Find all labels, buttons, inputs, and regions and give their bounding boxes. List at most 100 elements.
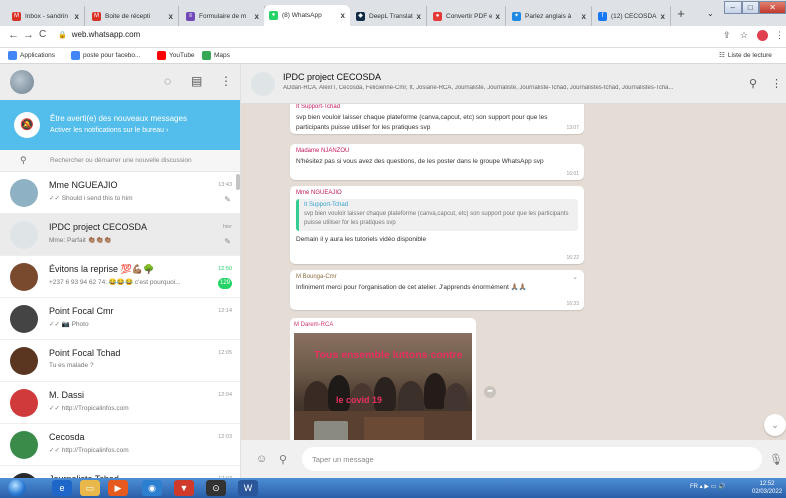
tab-close-icon[interactable]: x xyxy=(169,12,173,21)
quoted-message[interactable]: It Support-Tchad svp bien vouloir laisse… xyxy=(296,199,578,231)
conversation-panel: IPDC project CECOSDA ADdan-RCA, AlexIT, … xyxy=(241,64,786,478)
message-composer: ☺ ⚲ Taper un message 🎙 xyxy=(241,440,786,478)
search-input[interactable]: Rechercher ou démarrer une nouvelle disc… xyxy=(50,157,192,164)
new-tab-button[interactable]: + xyxy=(673,6,689,22)
chrome-icon[interactable]: ◉ xyxy=(142,480,162,496)
image-message[interactable]: M Darem-RCA Tous ensemble luttons contre… xyxy=(290,318,476,440)
attach-icon[interactable]: ⚲ xyxy=(279,453,287,466)
chat-time: 12:05 xyxy=(218,350,232,356)
search-messages-icon[interactable]: ⚲ xyxy=(749,77,757,90)
tab-8[interactable]: f (12) CECOSDA x xyxy=(593,6,671,26)
tab-4[interactable]: ● (8) WhatsApp x xyxy=(264,5,350,26)
tab-7[interactable]: ✦ Parlez anglais à x xyxy=(507,6,592,26)
conversation-menu-icon[interactable]: ⋮ xyxy=(771,77,782,90)
tab-close-icon[interactable]: x xyxy=(417,12,421,21)
lock-icon: 🔒 xyxy=(58,31,67,39)
scroll-down-button[interactable]: ⌄ xyxy=(764,414,786,436)
share-icon[interactable]: ⇪ xyxy=(723,30,731,41)
chat-list-item[interactable]: M. Dassi ✓✓ http://Tropicalinfos.com 12:04 xyxy=(0,382,240,424)
quoted-text: svp bien vouloir laisser chaque platefor… xyxy=(304,211,569,226)
message-bubble[interactable]: M Bounga-Cmr Infiniment merci pour l'org… xyxy=(290,270,584,310)
clock[interactable]: 12:52 02/03/2022 xyxy=(752,480,782,496)
tab-close-icon[interactable]: x xyxy=(582,12,586,21)
chat-time: 12:14 xyxy=(218,308,232,314)
tab-search-chevron-icon[interactable]: ⌄ xyxy=(707,9,714,18)
folder-icon[interactable]: ▭ xyxy=(80,480,100,496)
app-icon[interactable]: ⊙ xyxy=(206,480,226,496)
profile-avatar[interactable] xyxy=(757,30,768,41)
tab-close-icon[interactable]: x xyxy=(341,11,345,20)
tab-close-icon[interactable]: x xyxy=(75,12,79,21)
forward-arrow-icon[interactable]: → xyxy=(23,29,34,41)
tab-2[interactable]: M Boite de récepti x xyxy=(87,6,179,26)
bookmark-star-icon[interactable]: ☆ xyxy=(740,30,748,41)
favicon-icon: f xyxy=(598,11,607,21)
chat-list-item[interactable]: Mme NGUEAJIO ✓✓ Should i send this to him… xyxy=(0,172,240,214)
chat-list-item[interactable]: Cecosda ✓✓ http://Tropicalinfos.com 12:03 xyxy=(0,424,240,466)
chat-list-item[interactable]: Point Focal Tchad Tu es malade ? 12:05 xyxy=(0,340,240,382)
message-input[interactable]: Taper un message xyxy=(302,447,762,471)
tab-close-icon[interactable]: x xyxy=(255,12,259,21)
chat-time: 12:04 xyxy=(218,392,232,398)
message-time: 16:22 xyxy=(566,255,579,261)
start-button[interactable] xyxy=(8,479,26,497)
message-sender: Mme NGUEAJIO xyxy=(296,190,342,196)
brave-icon[interactable]: ▼ xyxy=(174,480,194,496)
word-icon[interactable]: W xyxy=(238,480,258,496)
favicon-icon: ✦ xyxy=(512,11,521,21)
emoji-icon[interactable]: ☺ xyxy=(256,453,267,465)
chat-avatar xyxy=(10,431,38,459)
tab-close-icon[interactable]: x xyxy=(496,12,500,21)
tab-close-icon[interactable]: x xyxy=(661,12,665,21)
chat-search[interactable]: ⚲ Rechercher ou démarrer une nouvelle di… xyxy=(0,150,240,172)
message-bubble[interactable]: Mme NGUEAJIO It Support-Tchad svp bien v… xyxy=(290,186,584,264)
reading-list[interactable]: ☷ Liste de lecture xyxy=(719,51,772,60)
group-photo[interactable]: Tous ensemble luttons contre le covid 19 xyxy=(294,333,472,440)
media-player-icon[interactable]: ▶ xyxy=(108,480,128,496)
sidebar-scrollbar[interactable] xyxy=(236,174,240,190)
new-chat-icon[interactable]: ▤ xyxy=(191,74,202,88)
chat-list-item[interactable]: Journaliste Tchad✓✓ http://Tropicalinfos… xyxy=(0,466,240,478)
chat-time: 12:50 xyxy=(218,266,232,272)
bookmark-facebook-post[interactable]: poste pour facebo... xyxy=(71,51,140,60)
maximize-button[interactable]: □ xyxy=(741,1,760,14)
bookmark-youtube[interactable]: YouTube xyxy=(157,51,195,60)
message-placeholder: Taper un message xyxy=(312,455,374,464)
message-text: svp bien vouloir laisser chaque platefor… xyxy=(296,114,548,131)
menu-icon[interactable]: ⋮ xyxy=(220,74,232,88)
tab-3[interactable]: ≡ Formulaire de m x xyxy=(181,6,265,26)
close-window-button[interactable]: ✕ xyxy=(759,1,786,14)
microphone-icon[interactable]: 🎙 xyxy=(769,453,783,466)
my-avatar[interactable] xyxy=(10,70,34,94)
url-field[interactable]: 🔒 web.whatsapp.com xyxy=(58,30,140,39)
address-bar-row: ← → C 🔒 web.whatsapp.com ⇪ ☆ ⋮ xyxy=(0,26,786,48)
message-time: 13:07 xyxy=(566,125,579,131)
tab-1[interactable]: M Inbox - sandrin x xyxy=(7,6,85,26)
bookmark-maps[interactable]: Maps xyxy=(202,51,230,60)
forward-icon[interactable]: ➦ xyxy=(484,386,496,398)
chat-list-item[interactable]: IPDC project CECOSDA Mme: Parfait 👏🏽👏🏽👏🏽 h… xyxy=(0,214,240,256)
quoted-sender: It Support-Tchad xyxy=(304,202,349,208)
chat-time: 13:43 xyxy=(218,182,232,188)
status-icon[interactable]: ◌ xyxy=(164,74,171,88)
bookmark-applications[interactable]: Applications xyxy=(8,51,55,60)
favicon-icon: M xyxy=(12,11,21,21)
group-avatar[interactable] xyxy=(251,72,275,96)
reload-icon[interactable]: C xyxy=(39,29,46,40)
minimize-button[interactable]: – xyxy=(724,1,742,14)
conversation-header[interactable]: IPDC project CECOSDA ADdan-RCA, AlexIT, … xyxy=(241,64,786,104)
browser-menu-icon[interactable]: ⋮ xyxy=(775,30,784,41)
chat-list-item[interactable]: Évitons la reprise 💯💪🏽🌳 +237 6 93 94 62 7… xyxy=(0,256,240,298)
message-options-chevron-icon[interactable]: ⌄ xyxy=(572,273,578,281)
chat-list-item[interactable]: Point Focal Cmr ✓✓ 📷 Photo 12:14 xyxy=(0,298,240,340)
message-bubble[interactable]: Madame NJANZOU N'hésitez pas si vous ave… xyxy=(290,144,584,180)
tab-5[interactable]: ◆ DeepL Translate x xyxy=(351,6,427,26)
system-tray[interactable]: FR ▴ ▶ ▭ 🔊 xyxy=(690,483,725,490)
ie-icon[interactable]: e xyxy=(52,480,72,496)
message-bubble[interactable]: It Support-Tchad svp bien vouloir laisse… xyxy=(290,104,584,134)
tab-6[interactable]: ● Convertir PDF e x xyxy=(428,6,506,26)
message-text: Infiniment merci pour l'organisation de … xyxy=(296,284,527,291)
notification-banner[interactable]: 🔕 Être averti(e) des nouveaux messages A… xyxy=(0,100,240,150)
back-arrow-icon[interactable]: ← xyxy=(8,29,19,41)
enable-notifications-link[interactable]: Activer les notifications sur le bureau … xyxy=(50,127,168,134)
